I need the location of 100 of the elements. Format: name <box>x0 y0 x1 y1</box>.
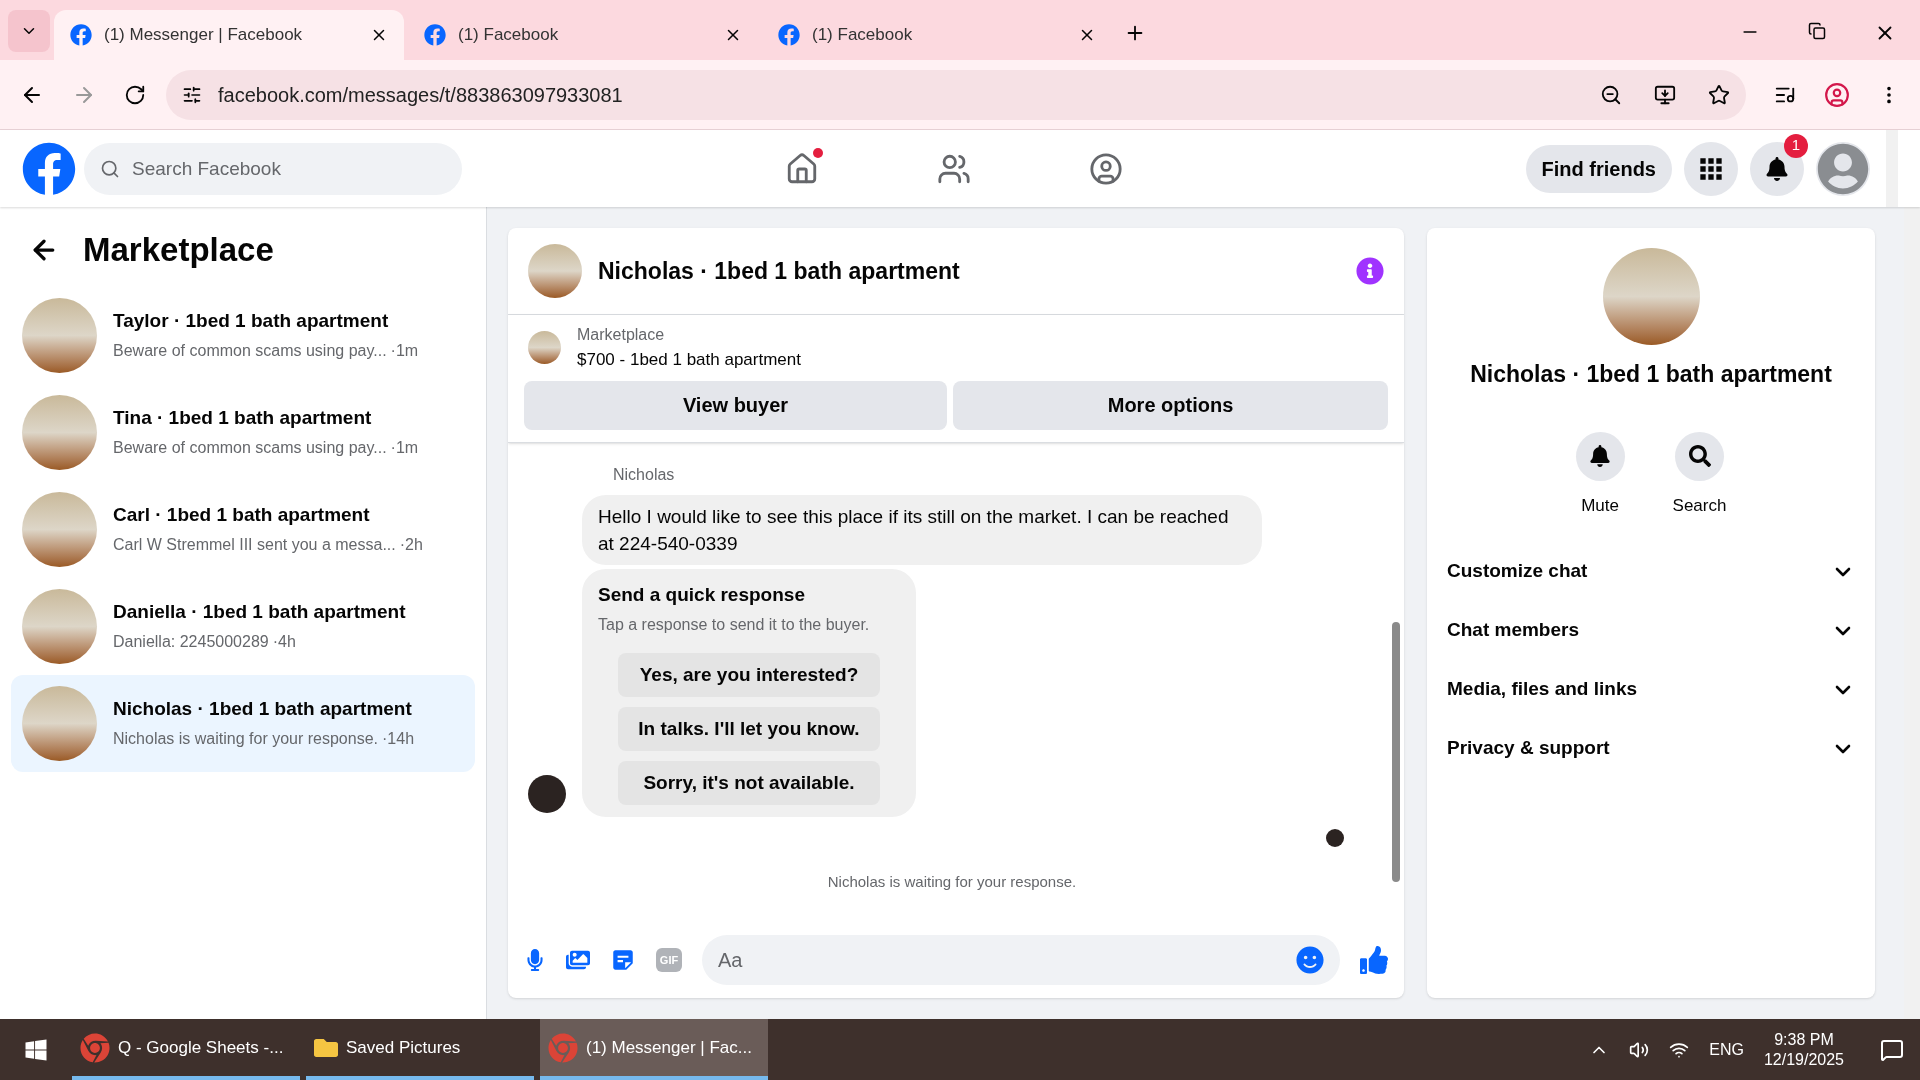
taskbar-app-label: (1) Messenger | Fac... <box>586 1036 752 1059</box>
conversation-item[interactable]: Tina · 1bed 1 bath apartment Beware of common scams using pay... ·1m <box>11 383 475 481</box>
bookmark-star-icon[interactable] <box>1708 83 1730 106</box>
search-icon <box>100 158 120 179</box>
facebook-logo-icon <box>424 24 446 46</box>
quick-response-option[interactable]: In talks. I'll let you know. <box>618 707 880 751</box>
sidebar-title: Marketplace <box>83 230 274 270</box>
message-time: ·4h <box>272 632 296 653</box>
section-row[interactable]: Chat members <box>1447 601 1855 660</box>
message-preview: Beware of common scams using pay... <box>113 438 387 459</box>
account-button[interactable] <box>1816 141 1870 196</box>
scrollbar-thumb[interactable] <box>1392 622 1400 882</box>
action-label: Mute <box>1581 494 1619 517</box>
quick-response-option[interactable]: Yes, are you interested? <box>618 653 880 697</box>
notifications-button[interactable] <box>1750 141 1804 196</box>
seen-avatar <box>1326 829 1344 847</box>
message-time: ·2h <box>399 535 423 556</box>
find-friends-button[interactable]: Find friends <box>1525 144 1672 193</box>
conversation-item[interactable]: Daniella · 1bed 1 bath apartment Daniella: 2245000289 ·4h <box>11 577 475 675</box>
conversation-title: Taylor · 1bed 1 bath apartment <box>113 308 390 333</box>
message-time: ·1m <box>390 438 419 459</box>
conversation-item[interactable]: Nicholas · 1bed 1 bath apartment Nicholas is waiting for your response. ·14h <box>11 674 475 772</box>
section-row[interactable]: Media, files and links <box>1447 660 1855 719</box>
url-text: facebook.com/messages/t/883863097933081 <box>218 82 624 108</box>
browser-tab[interactable]: (1) Facebook <box>762 10 1112 60</box>
taskbar-app[interactable]: Q - Google Sheets -... <box>72 1019 300 1080</box>
reload-icon[interactable] <box>124 83 146 106</box>
section-title: Chat members <box>1447 618 1579 643</box>
message-preview: Beware of common scams using pay... <box>113 341 387 362</box>
thumbs-up-icon[interactable] <box>1360 946 1388 974</box>
action-label: Search <box>1672 494 1727 517</box>
taskbar-app-label: Saved Pictures <box>346 1036 461 1059</box>
site-settings-icon <box>182 84 202 105</box>
facebook-logo-icon <box>70 24 92 46</box>
sender-name: Nicholas <box>613 464 676 485</box>
restore-icon[interactable] <box>1808 22 1826 40</box>
tab-title: (1) Facebook <box>812 24 914 47</box>
facebook-logo-icon[interactable] <box>22 141 76 196</box>
conversation-title: Carl · 1bed 1 bath apartment <box>113 502 371 527</box>
section-title: Customize chat <box>1447 559 1588 584</box>
clock-date: 12/19/2025 <box>1763 1049 1844 1070</box>
notification-count: 1 <box>1784 133 1808 158</box>
search-field[interactable]: Search Facebook <box>84 142 462 195</box>
facebook-logo-icon <box>778 24 800 46</box>
status-text: Nicholas is waiting for your response. <box>826 872 1078 892</box>
browser-tab[interactable]: (1) Messenger | Facebook <box>54 10 404 60</box>
conversation-item[interactable]: Taylor · 1bed 1 bath apartment Beware of common scams using pay... ·1m <box>11 286 475 384</box>
zoom-out-icon[interactable] <box>1600 83 1622 106</box>
start-icon[interactable] <box>24 1037 48 1062</box>
message-input[interactable]: Aa <box>702 935 1340 985</box>
chrome-icon <box>548 1032 578 1063</box>
message-bubble: Hello I would like to see this place if its still on the market. I can be reached at 224-540-0339 <box>582 494 1262 565</box>
taskbar-app[interactable]: Saved Pictures <box>306 1019 534 1080</box>
message-preview: Carl W Stremmel III sent you a messa... <box>113 535 396 556</box>
sender-avatar <box>528 775 566 813</box>
section-row[interactable]: Privacy & support <box>1447 719 1855 778</box>
listing-action-button[interactable]: View buyer <box>524 380 947 430</box>
sticker-icon[interactable] <box>610 947 636 973</box>
conversation-title: Daniella · 1bed 1 bath apartment <box>113 599 406 624</box>
tab-title: (1) Messenger | Facebook <box>104 24 304 47</box>
volume-icon[interactable] <box>1629 1039 1650 1060</box>
listing-action-button[interactable]: More options <box>953 380 1388 430</box>
room-photo <box>528 331 561 365</box>
install-icon[interactable] <box>1654 83 1676 106</box>
listing-title: $700 - 1bed 1 bath apartment <box>577 349 801 371</box>
room-photo <box>528 244 582 298</box>
message-time: ·1m <box>390 341 419 362</box>
microphone-icon[interactable] <box>524 949 546 971</box>
groups-icon[interactable] <box>1088 151 1123 186</box>
message-preview: Nicholas is waiting for your response. <box>113 729 378 750</box>
conversation-item[interactable]: Carl · 1bed 1 bath apartment Carl W Stremmel III sent you a messa... ·2h <box>11 480 475 578</box>
tab-title: (1) Facebook <box>458 24 560 47</box>
address-bar[interactable]: facebook.com/messages/t/883863097933081 <box>166 69 1746 120</box>
message-preview: Daniella: 2245000289 <box>113 632 269 653</box>
section-title: Privacy & support <box>1447 736 1610 761</box>
language-indicator[interactable]: ENG <box>1709 1037 1744 1062</box>
emoji-icon[interactable] <box>1296 946 1324 974</box>
bell-icon <box>1765 156 1789 181</box>
section-row[interactable]: Customize chat <box>1447 542 1855 601</box>
message-time: ·14h <box>382 729 415 750</box>
section-title: Media, files and links <box>1447 677 1638 702</box>
quick-response-option[interactable]: Sorry, it's not available. <box>618 761 880 805</box>
profile-icon[interactable] <box>1824 81 1850 108</box>
taskbar-app-label: Q - Google Sheets -... <box>118 1036 284 1059</box>
conversation-title: Nicholas · 1bed 1 bath apartment <box>113 696 413 721</box>
quick-response-title: Send a quick response <box>598 582 806 607</box>
image-icon[interactable] <box>566 948 590 972</box>
avatar-silhouette-icon <box>1817 142 1869 195</box>
apps-menu-button[interactable] <box>1684 141 1738 196</box>
quick-response-subtitle: Tap a response to send it to the buyer. <box>598 615 871 635</box>
notification-center-icon[interactable] <box>1880 1037 1904 1062</box>
info-icon[interactable] <box>1356 257 1384 285</box>
taskbar-app[interactable]: (1) Messenger | Fac... <box>540 1019 768 1080</box>
browser-tab[interactable]: (1) Facebook <box>408 10 758 60</box>
bell-icon <box>1589 445 1612 467</box>
search-icon <box>1688 445 1711 467</box>
details-title: Nicholas · 1bed 1 bath apartment <box>1470 360 1832 389</box>
chrome-icon <box>80 1032 110 1063</box>
search-button[interactable] <box>1675 431 1724 481</box>
listing-label: Marketplace <box>577 325 666 345</box>
